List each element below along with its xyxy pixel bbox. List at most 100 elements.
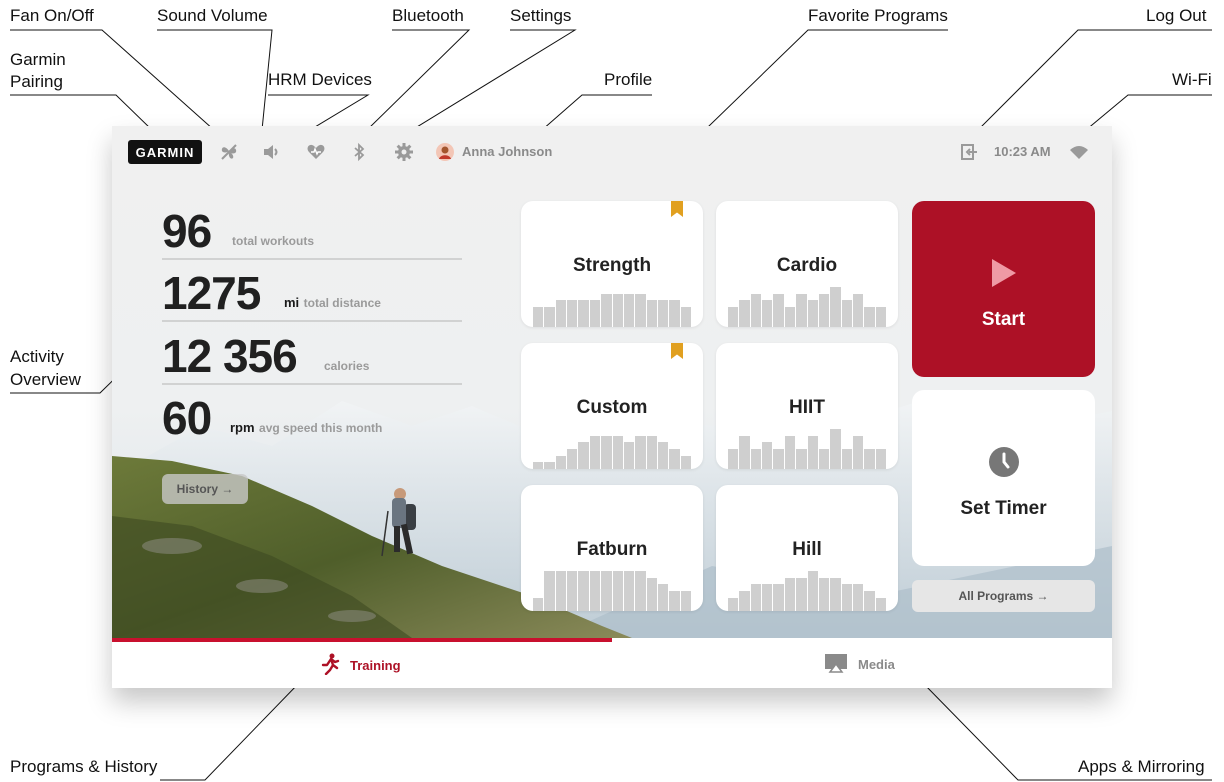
profile-bar [830,429,841,469]
program-profile-bars [533,427,692,469]
stat-label: calories [324,359,370,373]
profile-bar [623,442,635,469]
callout-activity-overview-line2: Overview [10,370,81,389]
profile-bar [646,436,657,469]
fan-off-icon[interactable] [218,141,240,163]
program-card-fatburn[interactable]: Fatburn [521,485,703,611]
profile-bar [612,436,623,469]
profile-bar [818,578,830,611]
profile-bar [739,300,750,327]
callout-garmin-pairing-line2: Pairing [10,72,63,91]
profile-bar [830,578,841,611]
stat-avg-speed: 60 rpm avg speed this month [162,385,462,445]
profile-bar [773,584,784,611]
favorite-bookmark-icon[interactable] [671,201,683,217]
profile-bar [773,294,784,327]
program-card-hiit[interactable]: HIIT [716,343,898,469]
tab-training[interactable]: Training [320,653,401,678]
callout-fan: Fan On/Off [10,6,94,25]
profile-bar [784,307,796,327]
log-out-icon[interactable] [958,141,980,163]
callout-programs-history: Programs & History [10,757,158,776]
profile-bar [578,300,589,327]
profile-bar [762,584,773,611]
stat-unit: rpm [230,420,255,435]
garmin-pairing-logo[interactable]: GARMIN [128,140,202,164]
stat-value: 96 [162,205,212,257]
profile-bar [841,449,852,469]
stat-label: avg speed this month [259,421,383,435]
profile-bar [657,300,669,327]
profile-bar [612,294,623,327]
profile-bar [864,307,875,327]
callout-activity-overview-line1: Activity [10,347,64,366]
heart-rate-icon[interactable] [305,141,327,163]
profile-bar [555,300,567,327]
stat-label: total distance [303,296,381,310]
active-tab-indicator [112,638,612,642]
program-card-hill[interactable]: Hill [716,485,898,611]
profile-bar [739,591,750,611]
profile-avatar[interactable] [436,143,454,161]
play-icon [992,259,1016,287]
tab-media-label: Media [858,657,895,672]
profile-name[interactable]: Anna Johnson [462,144,552,159]
stat-value: 1275 [162,267,261,319]
callout-favorite-programs: Favorite Programs [808,6,948,25]
stat-total-distance: 1275 mi total distance [162,260,462,322]
profile-bar [864,591,875,611]
stat-value: 12 356 [162,330,298,382]
running-person-icon [320,653,340,678]
program-card-strength[interactable]: Strength [521,201,703,327]
profile-bar [589,300,601,327]
profile-bar [750,294,762,327]
profile-bar [875,307,887,327]
all-programs-button[interactable]: All Programs → [912,580,1095,612]
profile-bar [601,571,612,611]
stat-label: total workouts [232,234,315,248]
profile-bar [544,307,555,327]
profile-bar [567,571,578,611]
program-title: Hill [792,539,822,560]
profile-bar [750,449,762,469]
profile-bar [635,294,646,327]
bluetooth-icon[interactable] [348,141,370,163]
profile-bar [533,598,544,611]
profile-bar [601,294,612,327]
profile-bar [589,571,601,611]
profile-bar [807,300,818,327]
profile-bar [567,449,578,469]
profile-bar [646,300,657,327]
callout-settings: Settings [510,6,572,25]
profile-bar [818,294,830,327]
profile-bar [852,436,864,469]
profile-bar [796,449,807,469]
profile-bar [680,307,692,327]
program-card-cardio[interactable]: Cardio [716,201,898,327]
device-screen: GARMIN Anna Johnson 10:23 AM 96 total wo… [112,126,1112,688]
profile-bar [762,442,773,469]
tab-media[interactable]: Media [824,653,895,676]
profile-bar [635,571,646,611]
profile-bar [680,456,692,469]
favorite-bookmark-icon[interactable] [671,343,683,359]
history-button[interactable]: History → [162,474,248,504]
profile-bar [875,449,887,469]
wifi-icon[interactable] [1068,141,1090,163]
stat-value: 60 [162,392,212,444]
profile-bar [852,294,864,327]
profile-bar [807,436,818,469]
program-profile-bars [728,569,887,611]
set-timer-button[interactable]: Set Timer [912,390,1095,566]
set-timer-label: Set Timer [960,498,1047,519]
profile-bar [728,598,739,611]
program-card-custom[interactable]: Custom [521,343,703,469]
speaker-icon[interactable] [260,141,282,163]
profile-bar [728,307,739,327]
gear-icon[interactable] [393,141,415,163]
profile-bar [864,449,875,469]
profile-bar [841,584,852,611]
start-button[interactable]: Start [912,201,1095,377]
profile-bar [796,294,807,327]
profile-bar [623,571,635,611]
